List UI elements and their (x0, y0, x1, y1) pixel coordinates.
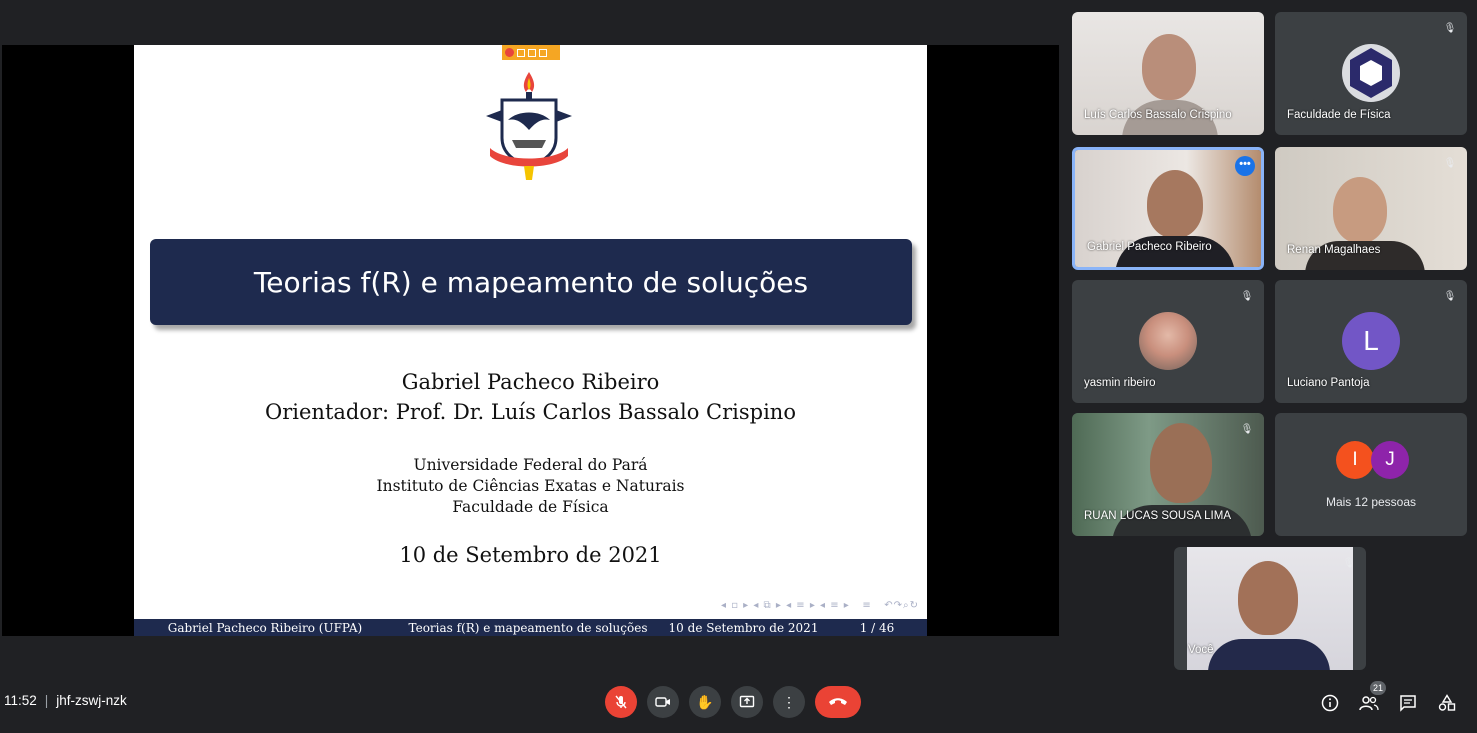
participant-tile[interactable]: 🎙︎ yasmin ribeiro (1072, 280, 1264, 403)
activities-icon (1438, 694, 1456, 711)
footer-page: 1 / 46 (859, 620, 895, 635)
slide-toolbar[interactable] (502, 45, 560, 60)
more-options-button[interactable]: ⋮ (773, 686, 805, 718)
more-participants-label: Mais 12 pessoas (1325, 495, 1417, 509)
self-view-tile[interactable]: 🎙︎ Você (1174, 547, 1366, 670)
avatar (1342, 44, 1400, 102)
meeting-code[interactable]: jhf-zswj-nzk (56, 693, 127, 708)
beamer-navigation-icons[interactable]: ◂ ▫ ▸ ◂ ⧉ ▸ ◂ ≡ ▸ ◂ ≡ ▸ ≡ ↶↷⌕↻ (721, 600, 919, 611)
avatar: L (1342, 312, 1400, 370)
activities-button[interactable] (1436, 692, 1458, 714)
participant-tile[interactable]: 🎙︎ L Luciano Pantoja (1275, 280, 1467, 403)
meeting-time: 11:52 (4, 693, 37, 708)
present-icon (739, 695, 755, 708)
hand-icon: ✋ (696, 693, 714, 710)
mic-off-icon (615, 695, 627, 709)
institution-line: Universidade Federal do Pará (413, 456, 648, 474)
slide: Teorias f(R) e mapeamento de soluções Ga… (134, 45, 927, 636)
record-icon (505, 48, 514, 57)
meeting-details-button[interactable] (1319, 692, 1341, 714)
participant-tile[interactable]: 🎙︎ Renan Magalhaes (1275, 147, 1467, 270)
advisor-name: Orientador: Prof. Dr. Luís Carlos Bassal… (265, 400, 796, 424)
slide-title: Teorias f(R) e mapeamento de soluções (253, 265, 809, 299)
participant-tile-active[interactable]: ••• Gabriel Pacheco Ribeiro (1072, 147, 1264, 270)
footer-title: Teorias f(R) e mapeamento de soluções (408, 620, 648, 635)
mic-off-icon: 🎙︎ (1443, 291, 1457, 302)
avatar: J (1371, 441, 1409, 479)
avatar (1139, 312, 1197, 370)
participant-count-badge: 21 (1370, 681, 1386, 695)
pin-icon (528, 48, 536, 57)
mic-off-icon: 🎙︎ (1443, 158, 1457, 169)
separator: | (44, 693, 49, 708)
institution-line: Instituto de Ciências Exatas e Naturais (376, 477, 685, 495)
raise-hand-button[interactable]: ✋ (689, 686, 721, 718)
camera-toggle-button[interactable] (647, 686, 679, 718)
window-icon (517, 48, 525, 57)
participant-face (1147, 170, 1203, 238)
expand-icon (539, 48, 547, 57)
chat-button[interactable] (1397, 692, 1419, 714)
footer-author: Gabriel Pacheco Ribeiro (UFPA) (167, 620, 363, 635)
author-block: Gabriel Pacheco Ribeiro Orientador: Prof… (134, 367, 927, 427)
participant-name: Faculdade de Física (1287, 109, 1391, 121)
slide-footer: Gabriel Pacheco Ribeiro (UFPA) Teorias f… (134, 619, 927, 636)
more-options-icon[interactable]: ••• (1235, 156, 1255, 176)
participants-button[interactable] (1358, 692, 1380, 714)
meeting-info: 11:52 | jhf-zswj-nzk (4, 693, 127, 708)
avatar: I (1336, 441, 1374, 479)
people-icon (1359, 696, 1379, 711)
institution-line: Faculdade de Física (452, 498, 609, 516)
participant-face (1142, 34, 1196, 100)
presentation-area: Teorias f(R) e mapeamento de soluções Ga… (2, 45, 1059, 636)
participant-name: yasmin ribeiro (1084, 377, 1156, 389)
participant-name: Você (1188, 644, 1214, 656)
hang-up-icon (829, 698, 847, 705)
institution-block: Universidade Federal do Pará Instituto d… (134, 455, 927, 518)
ufpa-crest-icon (486, 72, 572, 180)
author-name: Gabriel Pacheco Ribeiro (401, 370, 660, 394)
participant-name: Luís Carlos Bassalo Crispino (1084, 109, 1232, 121)
mic-off-icon: 🎙︎ (1240, 291, 1254, 302)
mic-off-icon: 🎙︎ (1443, 23, 1457, 34)
slide-date: 10 de Setembro de 2021 (399, 543, 662, 567)
participant-name: Gabriel Pacheco Ribeiro (1087, 241, 1212, 253)
mic-off-icon: 🎙︎ (1342, 558, 1356, 569)
footer-date: 10 de Setembro de 2021 (668, 620, 819, 635)
more-participants-tile[interactable]: I J Mais 12 pessoas (1275, 413, 1467, 536)
camera-icon (655, 697, 670, 707)
chat-icon (1400, 695, 1416, 712)
more-vert-icon: ⋮ (782, 693, 796, 710)
participant-tile[interactable]: Luís Carlos Bassalo Crispino (1072, 12, 1264, 135)
participant-tile[interactable]: 🎙︎ RUAN LUCAS SOUSA LIMA (1072, 413, 1264, 536)
participant-name: Luciano Pantoja (1287, 377, 1370, 389)
participant-face (1333, 177, 1387, 243)
mic-toggle-button[interactable] (605, 686, 637, 718)
present-screen-button[interactable] (731, 686, 763, 718)
participant-name: Renan Magalhaes (1287, 244, 1381, 256)
participant-face (1150, 423, 1212, 503)
slide-title-box: Teorias f(R) e mapeamento de soluções (150, 239, 912, 325)
participant-name: RUAN LUCAS SOUSA LIMA (1084, 510, 1231, 522)
leave-call-button[interactable] (815, 686, 861, 718)
participant-tile[interactable]: 🎙︎ Faculdade de Física (1275, 12, 1467, 135)
info-icon (1321, 694, 1339, 712)
participant-shoulders (1208, 639, 1330, 670)
participant-face (1238, 561, 1298, 635)
mic-off-icon: 🎙︎ (1240, 424, 1254, 435)
